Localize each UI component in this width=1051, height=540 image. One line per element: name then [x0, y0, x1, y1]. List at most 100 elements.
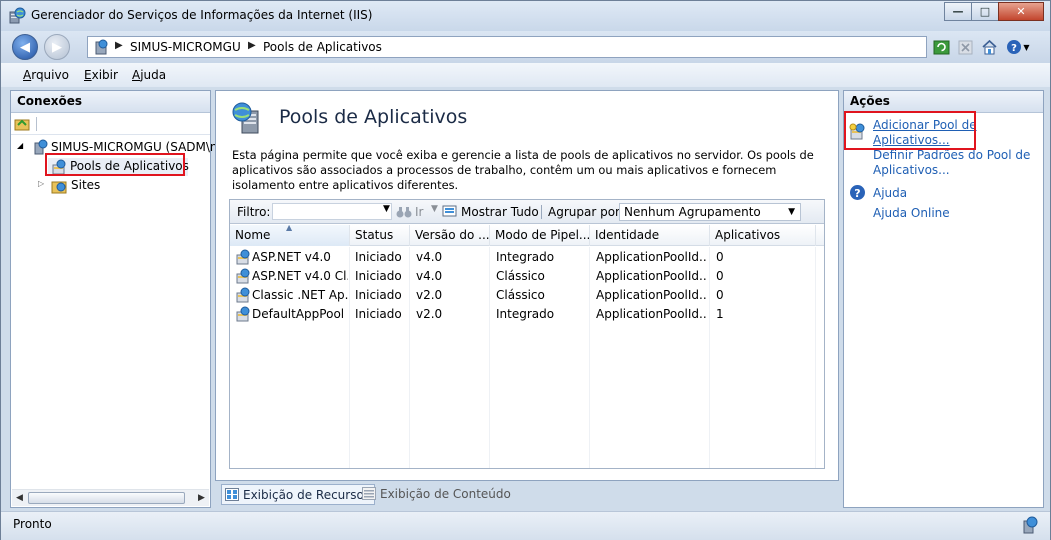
- menu-bar: Arquivo Exibir Ajuda: [1, 63, 1050, 87]
- filter-input[interactable]: [272, 203, 392, 220]
- cell-version: v4.0: [416, 269, 443, 283]
- go-button[interactable]: Ir: [415, 205, 423, 219]
- table-row[interactable]: Classic .NET Ap... Iniciado v2.0 Clássic…: [230, 286, 824, 305]
- home-button[interactable]: [979, 38, 999, 56]
- refresh-icon: [933, 40, 949, 54]
- group-by-select[interactable]: Nenhum Agrupamento ▼: [619, 203, 801, 221]
- column-header-identity[interactable]: Identidade: [590, 225, 710, 246]
- cell-identity: ApplicationPoolId...: [596, 250, 706, 264]
- app-pools-list: Filtro: ▼ Ir ▼ Mostrar Tudo Agrupar por:…: [229, 199, 825, 469]
- breadcrumb-server[interactable]: SIMUS-MICROMGU: [130, 40, 241, 54]
- features-view-label: Exibição de Recursos: [243, 488, 371, 502]
- cell-identity: ApplicationPoolId...: [596, 269, 706, 283]
- scroll-right-icon[interactable]: ▶: [198, 493, 205, 503]
- menu-arquivo[interactable]: Arquivo: [23, 68, 69, 82]
- svg-text:?: ?: [1012, 43, 1018, 54]
- tree-expand-icon[interactable]: ▷: [38, 179, 44, 188]
- cell-status: Iniciado: [355, 288, 402, 302]
- stop-button[interactable]: [955, 38, 975, 56]
- cell-name: ASP.NET v4.0: [252, 250, 331, 264]
- highlight-add-app-pool: [844, 111, 976, 150]
- cell-version: v2.0: [416, 288, 443, 302]
- chevron-down-icon: ▼: [788, 207, 795, 217]
- cell-name: Classic .NET Ap...: [252, 288, 348, 302]
- help-link[interactable]: Ajuda: [873, 186, 907, 201]
- app-pool-icon: [236, 268, 250, 284]
- group-by-value: Nenhum Agrupamento: [624, 205, 761, 219]
- go-dropdown-icon[interactable]: ▼: [431, 204, 438, 214]
- connections-header: Conexões: [11, 91, 210, 113]
- tree-node-sites[interactable]: ▷ Sites: [38, 177, 138, 195]
- navigation-bar: ◀ ▶ ▶ SIMUS-MICROMGU ▶ Pools de Aplicati…: [1, 31, 1050, 63]
- cell-status: Iniciado: [355, 269, 402, 283]
- refresh-button[interactable]: [931, 38, 951, 56]
- filter-dropdown-icon[interactable]: ▼: [383, 204, 390, 214]
- tab-features-view[interactable]: Exibição de Recursos: [221, 484, 376, 505]
- menu-ajuda[interactable]: Ajuda: [132, 68, 166, 82]
- set-pool-defaults-link[interactable]: Definir Padrões do Pool de Aplicativos..…: [873, 148, 1033, 178]
- filter-label: Filtro:: [237, 205, 271, 219]
- cell-status: Iniciado: [355, 307, 402, 321]
- scroll-left-icon[interactable]: ◀: [16, 493, 23, 503]
- table-row[interactable]: DefaultAppPool Iniciado v2.0 Integrado A…: [230, 305, 824, 324]
- column-header-applications[interactable]: Aplicativos: [710, 225, 816, 246]
- app-pool-icon: [236, 287, 250, 303]
- scrollbar-thumb[interactable]: [28, 492, 185, 504]
- iis-manager-window: Gerenciador do Serviços de Informações d…: [0, 0, 1051, 540]
- help-icon: ?: [850, 185, 865, 200]
- cell-name: ASP.NET v4.0 Cl...: [252, 269, 348, 283]
- address-bar[interactable]: ▶ SIMUS-MICROMGU ▶ Pools de Aplicativos: [87, 36, 927, 58]
- toolbar-separator: [36, 117, 37, 131]
- filter-bar: Filtro: ▼ Ir ▼ Mostrar Tudo Agrupar por:…: [230, 200, 824, 224]
- cell-status: Iniciado: [355, 250, 402, 264]
- connect-icon[interactable]: [14, 116, 30, 132]
- cell-identity: ApplicationPoolId...: [596, 288, 706, 302]
- app-pool-icon: [236, 249, 250, 265]
- title-bar: Gerenciador do Serviços de Informações d…: [1, 1, 1050, 31]
- app-pools-page-icon: [232, 102, 259, 134]
- help-menu-button[interactable]: ? ▼: [1003, 38, 1033, 56]
- sort-ascending-icon: ▲: [286, 225, 293, 232]
- actions-panel: Ações Adicionar Pool de Aplicativos... D…: [843, 90, 1044, 508]
- column-header-pipeline[interactable]: Modo de Pipel...: [490, 225, 590, 246]
- maximize-button[interactable]: □: [971, 2, 999, 21]
- forward-button[interactable]: ▶: [44, 34, 70, 60]
- menu-exibir[interactable]: Exibir: [84, 68, 118, 82]
- status-bar: Pronto: [1, 511, 1050, 540]
- breadcrumb-current[interactable]: Pools de Aplicativos: [263, 40, 382, 54]
- table-row[interactable]: ASP.NET v4.0 Cl... Iniciado v4.0 Clássic…: [230, 267, 824, 286]
- help-icon: ?: [1007, 40, 1022, 54]
- server-icon: [95, 39, 108, 55]
- connections-horizontal-scrollbar[interactable]: ◀ ▶: [12, 489, 209, 506]
- content-view-icon: [362, 487, 376, 500]
- cell-pipeline: Clássico: [496, 288, 545, 302]
- svg-text:?: ?: [854, 187, 860, 200]
- minimize-button[interactable]: —: [944, 2, 972, 21]
- iis-app-icon: [9, 7, 26, 24]
- column-header-status[interactable]: Status: [350, 225, 410, 246]
- back-button[interactable]: ◀: [12, 34, 38, 60]
- online-help-link[interactable]: Ajuda Online: [873, 206, 950, 221]
- cell-applications: 0: [716, 269, 724, 283]
- page-description: Esta página permite que você exiba e ger…: [232, 148, 814, 192]
- column-header-name[interactable]: ▲ Nome: [230, 225, 350, 246]
- cell-applications: 1: [716, 307, 724, 321]
- tab-content-view[interactable]: Exibição de Conteúdo: [359, 484, 515, 505]
- tree-collapse-icon[interactable]: ◢: [17, 141, 23, 150]
- window-title: Gerenciador do Serviços de Informações d…: [31, 8, 373, 22]
- cell-identity: ApplicationPoolId...: [596, 307, 706, 321]
- sites-icon: [51, 181, 67, 194]
- show-all-button[interactable]: Mostrar Tudo: [461, 205, 539, 219]
- cell-name: DefaultAppPool: [252, 307, 345, 321]
- cell-pipeline: Integrado: [496, 307, 555, 321]
- home-icon: [981, 39, 997, 55]
- features-view-icon: [225, 488, 239, 501]
- breadcrumb-separator-icon: ▶: [248, 40, 256, 51]
- cell-pipeline: Integrado: [496, 250, 555, 264]
- forward-arrow-icon: ▶: [52, 39, 62, 55]
- column-header-version[interactable]: Versão do ...: [410, 225, 490, 246]
- table-row[interactable]: ASP.NET v4.0 Iniciado v4.0 Integrado App…: [230, 248, 824, 267]
- actions-header: Ações: [844, 91, 1043, 113]
- close-button[interactable]: ✕: [998, 2, 1044, 21]
- cell-applications: 0: [716, 250, 724, 264]
